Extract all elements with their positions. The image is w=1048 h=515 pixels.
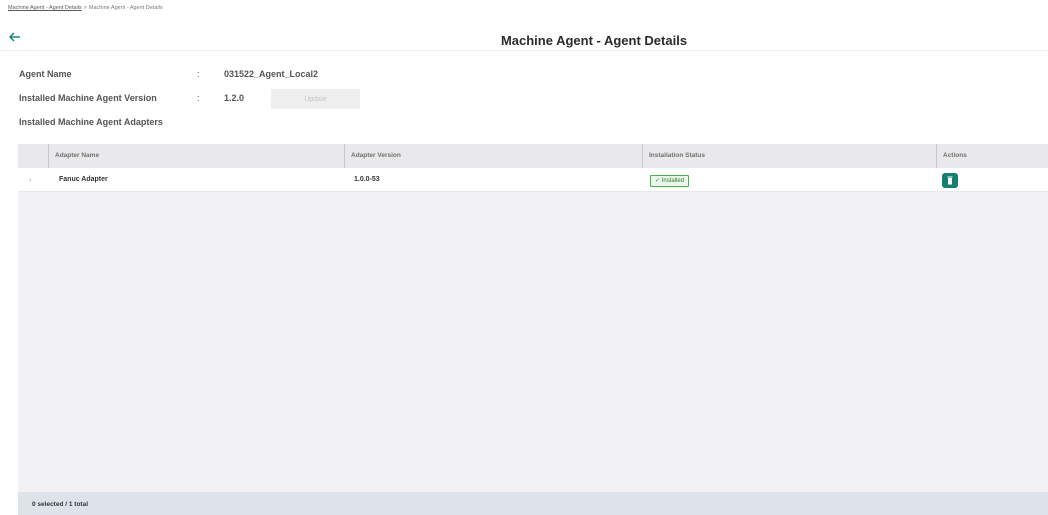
breadcrumb-link[interactable]: Machine Agent - Agent Details [8,5,82,11]
column-header-adapter-version[interactable]: Adapter Version [344,144,401,168]
selection-count: 0 selected / 1 total [32,501,88,508]
delete-adapter-button[interactable] [942,173,958,188]
agent-version-value: 1.2.0 [224,93,245,103]
agent-version-label: Installed Machine Agent Version [19,93,157,103]
adapters-table: Adapter Name Adapter Version Installatio… [18,144,1048,515]
breadcrumb-current: Machine Agent - Agent Details [88,5,163,11]
adapter-version-cell: 1.0.0-53 [354,176,380,183]
column-header-installation-status[interactable]: Installation Status [642,144,705,168]
breadcrumb: Machine Agent - Agent Details > Machine Ag… [8,5,163,11]
agent-name-value: 031522_Agent_Local2 [224,69,319,79]
column-header-actions: Actions [936,144,967,168]
table-row[interactable]: › Fanuc Adapter 1.0.0-53 ✓ Installed [18,168,1048,192]
table-footer: 0 selected / 1 total [18,492,1048,515]
installed-adapters-label: Installed Machine Agent Adapters [19,117,163,127]
table-header: Adapter Name Adapter Version Installatio… [18,144,1048,168]
chevron-right-icon[interactable]: › [29,175,32,184]
page-title: Machine Agent - Agent Details [500,33,688,48]
trash-icon [947,176,953,185]
adapter-name-cell: Fanuc Adapter [59,176,108,183]
agent-name-label: Agent Name [19,69,72,79]
page-header: Machine Agent - Agent Details [0,26,1048,51]
update-button[interactable]: Update [271,89,360,109]
status-badge: ✓ Installed [650,175,690,187]
breadcrumb-separator: > [83,5,87,11]
agent-name-colon: : [197,69,200,79]
agent-version-colon: : [197,93,200,103]
column-header-adapter-name[interactable]: Adapter Name [48,144,99,168]
